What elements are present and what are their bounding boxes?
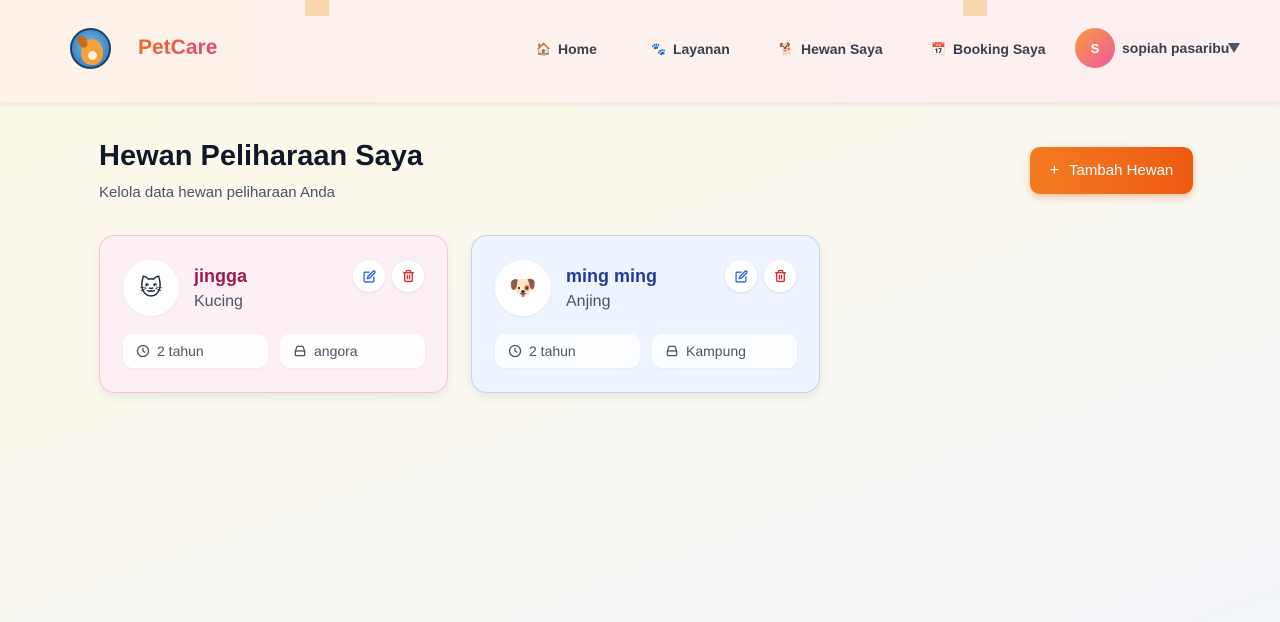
user-name[interactable]: sopiah pasaribu <box>1122 40 1229 56</box>
decorative-tab <box>963 0 987 16</box>
pet-card: 🐱 jingga Kucing 2 tahun angora <box>99 235 448 393</box>
trash-icon <box>774 269 786 283</box>
page-title: Hewan Peliharaan Saya <box>99 140 423 172</box>
nav-booking-saya-label: Booking Saya <box>952 41 1046 57</box>
pet-species: Anjing <box>566 293 611 310</box>
nav-home-label: Home <box>557 41 597 57</box>
trash-icon <box>402 269 414 283</box>
top-navbar: PetCare 🏠 Home 🐾 Layanan 🐕 Hewan Saya 📅 … <box>0 0 1280 102</box>
add-pet-button-label: Tambah Hewan <box>1069 162 1174 179</box>
pet-name: ming ming <box>566 266 657 286</box>
plus-icon: + <box>1049 161 1060 179</box>
tag-icon <box>294 345 306 357</box>
edit-icon <box>734 269 748 283</box>
nav-layanan[interactable]: 🐾 Layanan <box>651 40 730 58</box>
pet-breed-chip: Kampung <box>652 334 797 368</box>
cat-face-icon: 🐱 <box>123 260 179 316</box>
brand-name[interactable]: PetCare <box>138 36 217 60</box>
edit-icon <box>362 269 376 283</box>
pet-name: jingga <box>194 266 247 286</box>
page-subtitle: Kelola data hewan peliharaan Anda <box>99 184 336 201</box>
pet-age: 2 tahun <box>529 343 576 359</box>
nav-booking-saya[interactable]: 📅 Booking Saya <box>931 40 1046 58</box>
pet-age-chip: 2 tahun <box>123 334 268 368</box>
pet-age-chip: 2 tahun <box>495 334 640 368</box>
edit-pet-button[interactable] <box>353 260 385 292</box>
nav-hewan-saya-label: Hewan Saya <box>800 41 883 57</box>
clock-icon <box>508 344 522 358</box>
pet-breed: angora <box>314 343 358 359</box>
calendar-icon: 📅 <box>931 42 946 56</box>
pet-breed-chip: angora <box>280 334 425 368</box>
chevron-down-icon[interactable] <box>1228 43 1240 53</box>
tag-icon <box>666 345 678 357</box>
decorative-tab <box>305 0 329 16</box>
pet-card: 🐶 ming ming Anjing 2 tahun Kampung <box>471 235 820 393</box>
house-icon: 🏠 <box>536 42 551 56</box>
user-avatar[interactable]: S <box>1075 28 1115 68</box>
pet-age: 2 tahun <box>157 343 204 359</box>
dog-icon: 🐕 <box>779 42 794 56</box>
petcare-logo[interactable] <box>70 28 111 69</box>
clock-icon <box>136 344 150 358</box>
nav-home[interactable]: 🏠 Home <box>536 40 597 58</box>
pet-species: Kucing <box>194 293 243 310</box>
paw-icon: 🐾 <box>651 42 666 56</box>
add-pet-button[interactable]: + Tambah Hewan <box>1030 147 1193 194</box>
dog-face-icon: 🐶 <box>495 260 551 316</box>
delete-pet-button[interactable] <box>764 260 796 292</box>
edit-pet-button[interactable] <box>725 260 757 292</box>
nav-hewan-saya[interactable]: 🐕 Hewan Saya <box>779 40 883 58</box>
delete-pet-button[interactable] <box>392 260 424 292</box>
pet-breed: Kampung <box>686 343 746 359</box>
nav-layanan-label: Layanan <box>672 41 730 57</box>
